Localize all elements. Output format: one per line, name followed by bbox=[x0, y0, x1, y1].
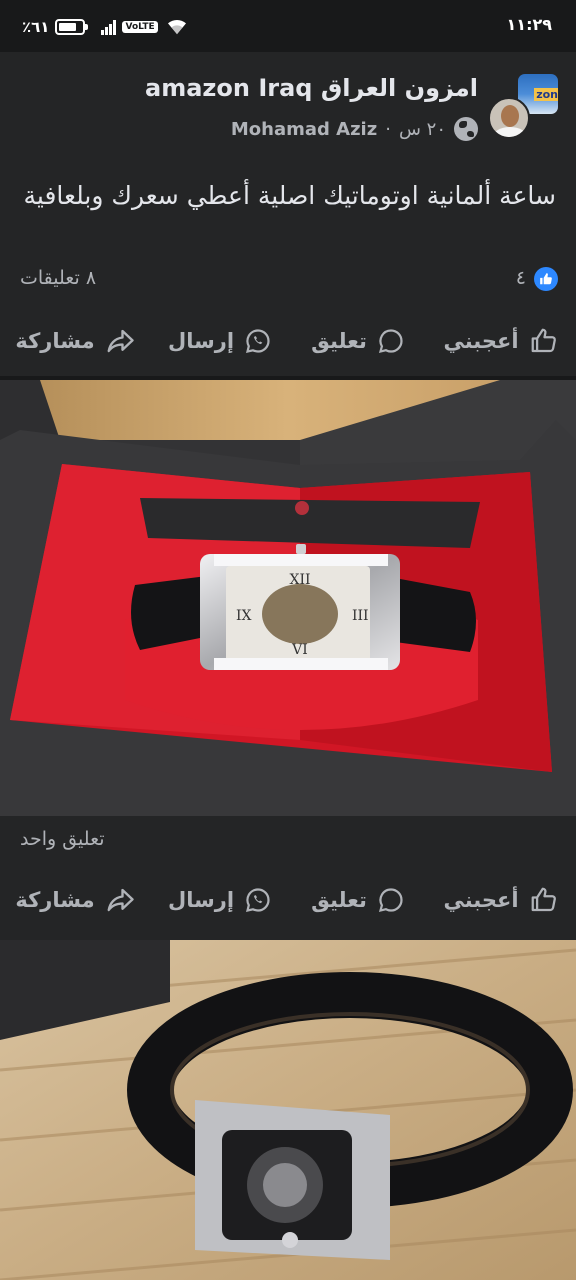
watch-box-photo[interactable]: XII VI IX III bbox=[0, 380, 576, 816]
page-logo-text: zon bbox=[534, 88, 558, 101]
reactions-count[interactable]: ٤ bbox=[516, 267, 526, 289]
status-icons: ٪٦١ VoLTE bbox=[22, 15, 188, 39]
volte-badge: VoLTE bbox=[122, 21, 158, 33]
post-card: zon امزون العراق amazon Iraq ٢٠ س · Moha… bbox=[0, 52, 576, 376]
svg-text:VI: VI bbox=[291, 642, 308, 658]
like-reaction-icon[interactable] bbox=[534, 267, 558, 291]
meta-separator: · bbox=[385, 118, 391, 140]
wifi-icon bbox=[167, 19, 186, 35]
svg-text:XII: XII bbox=[289, 572, 310, 588]
battery-icon bbox=[55, 19, 89, 35]
author-avatar[interactable] bbox=[488, 97, 530, 139]
share-label: مشاركة bbox=[15, 888, 95, 912]
whatsapp-icon bbox=[246, 329, 270, 353]
share-arrow-icon bbox=[107, 329, 134, 353]
post-action-bar: أعجبني تعليق إرسال مشاركة bbox=[0, 311, 576, 371]
signal-icon bbox=[101, 19, 117, 35]
battery-percent: ٪٦١ bbox=[22, 18, 50, 36]
post-text: ساعة ألمانية اوتوماتيك اصلية أعطي سعرك و… bbox=[23, 181, 556, 210]
watch-box-image: XII VI IX III bbox=[0, 380, 576, 816]
photo-1-footer: تعليق واحد أعجبني تعليق إرسال مشاركة bbox=[0, 816, 576, 940]
photo-card-2 bbox=[0, 940, 576, 1280]
send-label: إرسال bbox=[167, 329, 235, 353]
like-button[interactable]: أعجبني bbox=[426, 317, 576, 365]
comment-label: تعليق bbox=[311, 888, 367, 912]
svg-text:III: III bbox=[352, 608, 369, 624]
comment-button[interactable]: تعليق bbox=[290, 317, 426, 365]
send-button[interactable]: إرسال bbox=[150, 317, 290, 365]
photo-1-action-bar: أعجبني تعليق إرسال مشاركة bbox=[0, 870, 576, 930]
page-name[interactable]: امزون العراق amazon Iraq bbox=[145, 74, 478, 102]
photo-1-comments-count[interactable]: تعليق واحد bbox=[20, 828, 105, 850]
comment-label: تعليق bbox=[311, 329, 367, 353]
status-bar: ٪٦١ VoLTE ١١:٢٩ bbox=[0, 0, 576, 52]
post-meta: ٢٠ س · Mohamad Aziz bbox=[231, 117, 478, 141]
svg-text:IX: IX bbox=[236, 608, 252, 624]
photo-card-1: XII VI IX III تعليق واحد أعجبني تعليق إر… bbox=[0, 376, 576, 940]
clock: ١١:٢٩ bbox=[506, 15, 552, 34]
author-name[interactable]: Mohamad Aziz bbox=[231, 119, 377, 140]
post-time[interactable]: ٢٠ س bbox=[399, 119, 446, 140]
share-arrow-icon bbox=[107, 888, 134, 912]
share-button[interactable]: مشاركة bbox=[0, 317, 150, 365]
whatsapp-icon bbox=[246, 888, 270, 912]
watch-back-image bbox=[0, 940, 576, 1280]
thumbs-up-icon bbox=[531, 887, 556, 912]
like-label: أعجبني bbox=[443, 888, 519, 912]
comment-bubble-icon bbox=[378, 888, 403, 913]
comments-count[interactable]: ٨ تعليقات bbox=[20, 267, 96, 289]
photo-1-like-button[interactable]: أعجبني bbox=[426, 876, 576, 924]
photo-1-share-button[interactable]: مشاركة bbox=[0, 876, 150, 924]
share-label: مشاركة bbox=[15, 329, 95, 353]
photo-1-send-button[interactable]: إرسال bbox=[150, 876, 290, 924]
send-label: إرسال bbox=[167, 888, 235, 912]
thumbs-up-icon bbox=[531, 328, 556, 353]
comment-bubble-icon bbox=[378, 329, 403, 354]
watch-back-photo[interactable] bbox=[0, 940, 576, 1280]
photo-1-comment-button[interactable]: تعليق bbox=[290, 876, 426, 924]
reaction-summary: ٤ ٨ تعليقات bbox=[0, 264, 576, 296]
globe-icon bbox=[454, 117, 478, 141]
like-label: أعجبني bbox=[443, 329, 519, 353]
